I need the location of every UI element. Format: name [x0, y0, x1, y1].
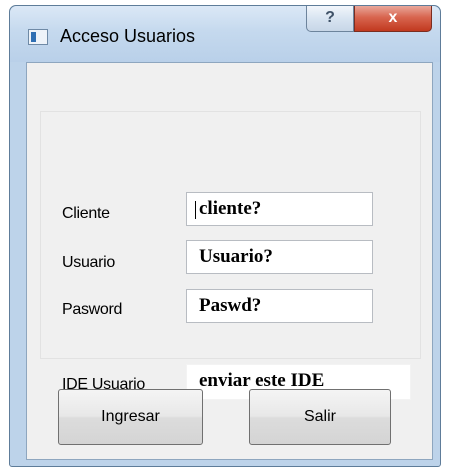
password-input[interactable]: Paswd?	[186, 289, 373, 323]
help-icon: ?	[325, 9, 335, 26]
cliente-input[interactable]: cliente?	[186, 192, 373, 226]
title-bar[interactable]: Acceso Usuarios ? x	[10, 6, 440, 62]
login-fields-group: Cliente cliente? Usuario Usuario? Paswor…	[40, 111, 421, 400]
ingresar-button[interactable]: Ingresar	[58, 389, 203, 445]
text-cursor	[195, 201, 196, 219]
salir-button[interactable]: Salir	[249, 389, 391, 445]
usuario-input[interactable]: Usuario?	[186, 240, 373, 274]
close-icon: x	[388, 9, 398, 26]
password-label: Pasword	[62, 301, 123, 318]
window-title: Acceso Usuarios	[60, 26, 196, 46]
cliente-label: Cliente	[62, 205, 110, 222]
close-button[interactable]: x	[354, 6, 432, 32]
help-button[interactable]: ?	[306, 6, 354, 32]
login-window: Acceso Usuarios ? x Cliente cliente? Usu…	[9, 5, 441, 467]
window-icon	[28, 29, 48, 45]
usuario-label: Usuario	[62, 254, 116, 271]
